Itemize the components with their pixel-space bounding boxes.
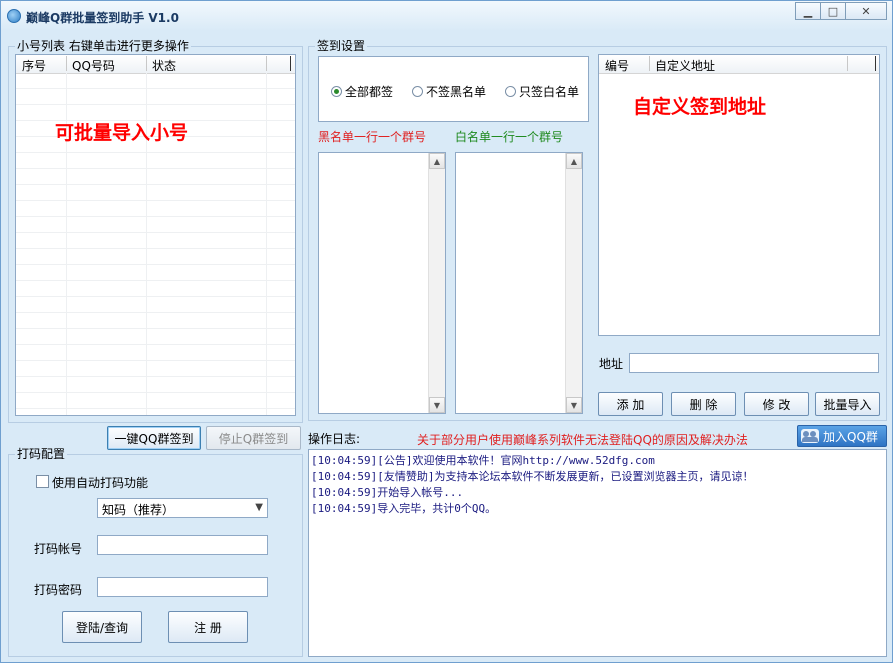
- radio-skip-blacklist-label: 不签黑名单: [426, 85, 487, 99]
- blacklist-textarea[interactable]: ▲ ▼: [318, 152, 446, 414]
- signin-settings-group-label: 签到设置: [315, 39, 368, 53]
- captcha-config-group-label: 打码配置: [15, 447, 68, 461]
- modify-button[interactable]: 修 改: [744, 392, 809, 416]
- radio-skip-blacklist[interactable]: 不签黑名单: [412, 83, 486, 100]
- captcha-account-input[interactable]: [97, 535, 268, 555]
- close-icon: ✕: [861, 4, 871, 18]
- blacklist-scrollbar[interactable]: ▲ ▼: [428, 153, 445, 413]
- blacklist-label: 黑名单一行一个群号: [318, 130, 427, 144]
- minimize-button[interactable]: ▁: [795, 2, 821, 20]
- captcha-password-label: 打码密码: [34, 583, 83, 597]
- app-window: 巅峰Q群批量签到助手 V1.0 ▁ □ ✕ 小号列表 右键单击进行更多操作 序号…: [0, 0, 893, 663]
- scroll-down-icon[interactable]: ▼: [566, 397, 582, 413]
- log-entry: [10:04:59][友情赞助]为支持本论坛本软件不断发展更新，已设置浏览器主页…: [311, 470, 754, 483]
- stop-signin-button[interactable]: 停止Q群签到: [206, 426, 301, 450]
- radio-dot-icon: [505, 86, 516, 97]
- custom-url-hint: 自定义签到地址: [633, 96, 767, 118]
- radio-only-whitelist[interactable]: 只签白名单: [505, 83, 579, 100]
- scroll-down-icon[interactable]: ▼: [429, 397, 445, 413]
- log-label: 操作日志:: [308, 432, 361, 446]
- delete-button[interactable]: 删 除: [671, 392, 736, 416]
- scroll-up-icon[interactable]: ▲: [429, 153, 445, 169]
- scroll-up-icon[interactable]: ▲: [566, 153, 582, 169]
- register-button[interactable]: 注 册: [168, 611, 248, 643]
- app-logo-icon: [7, 9, 21, 23]
- login-query-button[interactable]: 登陆/查询: [62, 611, 142, 643]
- captcha-service-value: 知码（推荐）: [102, 503, 175, 517]
- account-list-header: 序号 QQ号码 状态: [16, 55, 295, 74]
- radio-dot-icon: [331, 86, 342, 97]
- add-button[interactable]: 添 加: [598, 392, 663, 416]
- captcha-password-input[interactable]: [97, 577, 268, 597]
- address-input[interactable]: [629, 353, 879, 373]
- radio-sign-all[interactable]: 全部都签: [331, 83, 393, 100]
- col-number[interactable]: 编号: [605, 57, 629, 74]
- auto-captcha-checkbox[interactable]: [36, 475, 49, 488]
- window-controls: ▁ □ ✕: [795, 2, 887, 20]
- title-bar[interactable]: 巅峰Q群批量签到助手 V1.0 ▁ □ ✕: [1, 1, 892, 31]
- log-entry: [10:04:59]导入完毕，共计0个QQ。: [311, 502, 497, 515]
- auto-captcha-label: 使用自动打码功能: [52, 476, 149, 490]
- operation-log[interactable]: [10:04:59][公告]欢迎使用本软件！官网http://www.52dfg…: [308, 449, 887, 657]
- qq-group-icon: [801, 429, 819, 443]
- login-issue-link[interactable]: 关于部分用户使用巅峰系列软件无法登陆QQ的原因及解决办法: [417, 431, 748, 448]
- close-button[interactable]: ✕: [845, 2, 887, 20]
- custom-url-header: 编号 自定义地址: [599, 55, 879, 74]
- whitelist-scrollbar[interactable]: ▲ ▼: [565, 153, 582, 413]
- maximize-button[interactable]: □: [820, 2, 846, 20]
- maximize-icon: □: [827, 4, 839, 18]
- minimize-icon: ▁: [803, 4, 813, 18]
- col-qq-number[interactable]: QQ号码: [72, 57, 115, 74]
- account-list-view[interactable]: 序号 QQ号码 状态: [15, 54, 296, 416]
- col-custom-address[interactable]: 自定义地址: [655, 57, 715, 74]
- join-qq-group-label: 加入QQ群: [823, 429, 878, 444]
- chevron-down-icon: ▼: [255, 502, 263, 513]
- radio-sign-all-label: 全部都签: [345, 85, 394, 99]
- account-import-hint: 可批量导入小号: [55, 122, 189, 144]
- account-list-group-label: 小号列表 右键单击进行更多操作: [15, 39, 191, 53]
- captcha-account-label: 打码帐号: [34, 542, 83, 556]
- radio-only-whitelist-label: 只签白名单: [519, 85, 580, 99]
- address-label: 地址: [599, 357, 624, 371]
- window-title: 巅峰Q群批量签到助手 V1.0: [26, 11, 179, 25]
- join-qq-group-button[interactable]: 加入QQ群: [797, 425, 887, 447]
- one-click-signin-button[interactable]: 一键QQ群签到: [107, 426, 201, 450]
- radio-dot-icon: [412, 86, 423, 97]
- whitelist-label: 白名单一行一个群号: [455, 130, 564, 144]
- log-entry: [10:04:59]开始导入帐号...: [311, 486, 464, 499]
- col-index[interactable]: 序号: [22, 57, 46, 74]
- whitelist-textarea[interactable]: ▲ ▼: [455, 152, 583, 414]
- captcha-service-select[interactable]: 知码（推荐） ▼: [97, 498, 268, 518]
- col-status[interactable]: 状态: [152, 57, 176, 74]
- log-entry: [10:04:59][公告]欢迎使用本软件！官网http://www.52dfg…: [311, 454, 655, 467]
- batch-import-button[interactable]: 批量导入: [815, 392, 880, 416]
